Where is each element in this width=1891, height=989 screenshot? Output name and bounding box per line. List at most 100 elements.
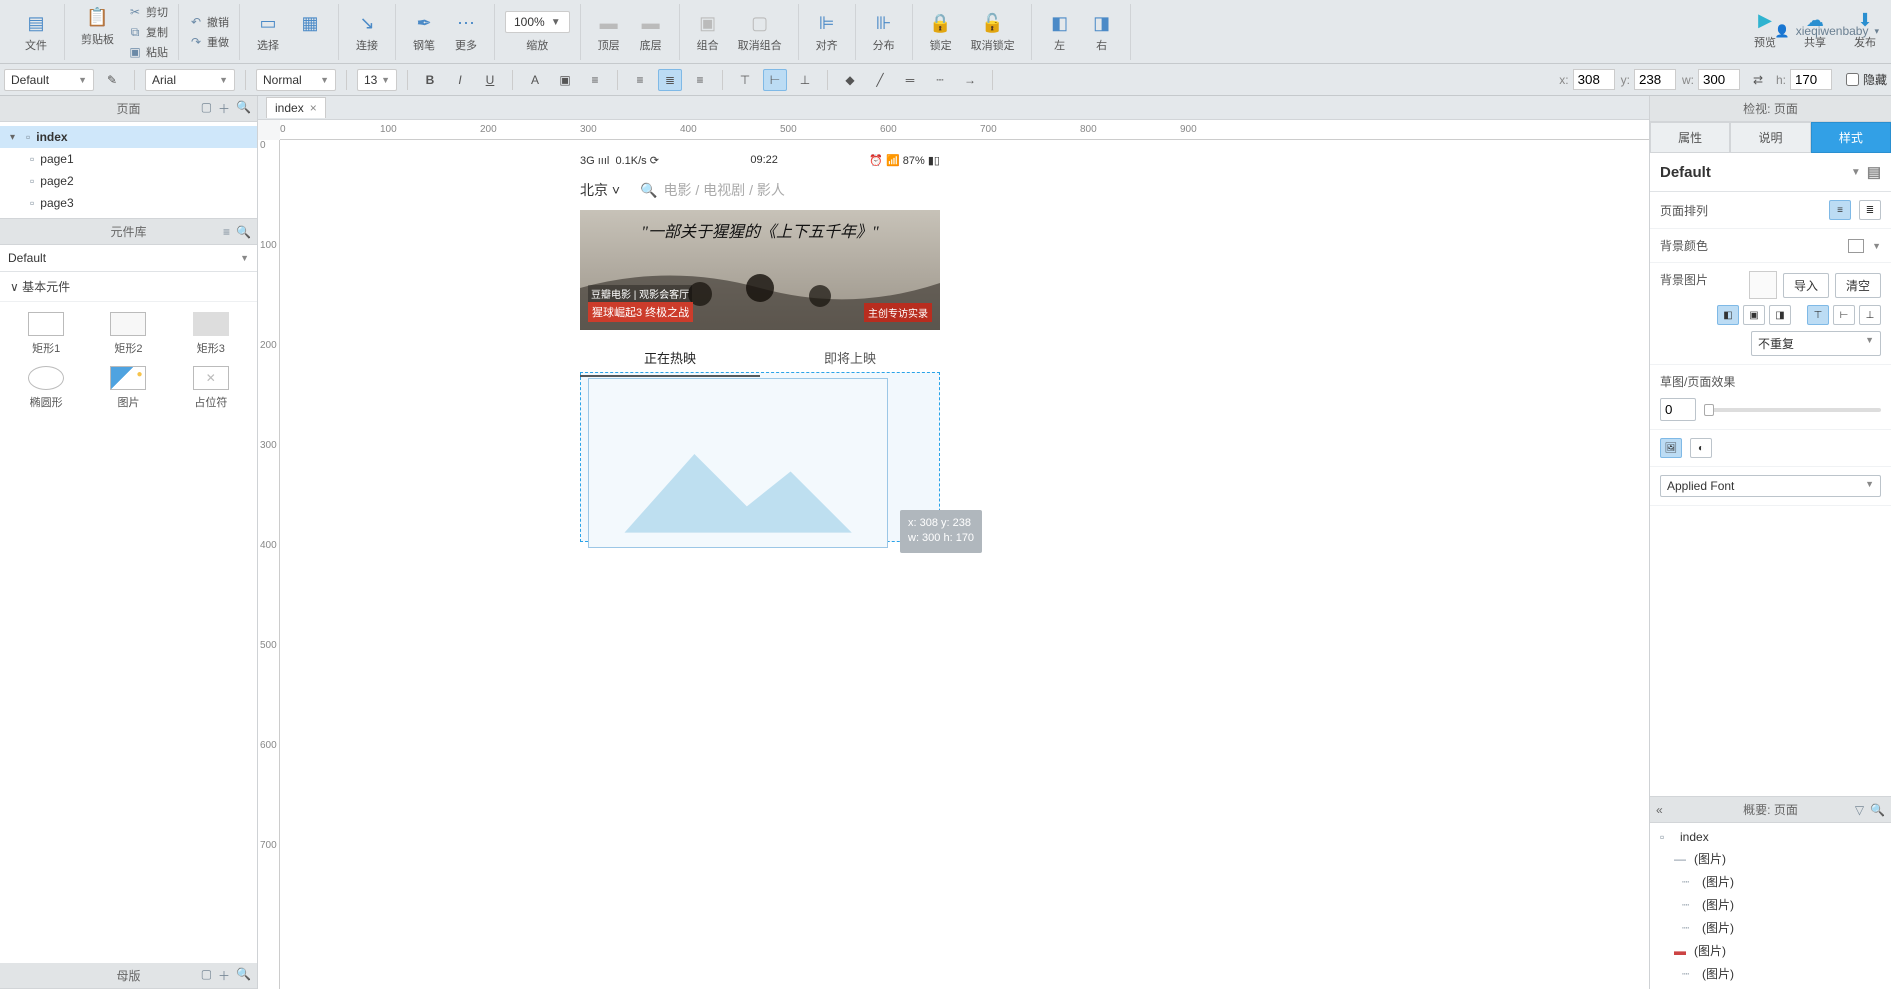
page-node[interactable]: ▫page3 bbox=[0, 192, 257, 214]
select-tool[interactable]: ▭选择 bbox=[250, 9, 286, 55]
add-folder-icon[interactable]: ▢ bbox=[201, 100, 212, 117]
widget-ellipse[interactable]: 椭圆形 bbox=[10, 366, 82, 410]
city-picker[interactable]: 北京 ˅ bbox=[580, 180, 620, 200]
dragged-image-widget[interactable] bbox=[588, 378, 888, 548]
collapse-icon[interactable]: « bbox=[1656, 803, 1663, 817]
doc-icon[interactable]: ▤ bbox=[1867, 163, 1881, 181]
page-node[interactable]: ▫page2 bbox=[0, 170, 257, 192]
valign-bottom[interactable]: ⊥ bbox=[1859, 305, 1881, 325]
sketch-gray-button[interactable]: ◐ bbox=[1690, 438, 1712, 458]
user-menu[interactable]: 👤xieqiwenbaby▾ bbox=[1775, 24, 1879, 38]
valign-middle-button[interactable]: ⊢ bbox=[763, 69, 787, 91]
bold-button[interactable]: B bbox=[418, 69, 442, 91]
pen-tool[interactable]: ✒钢笔 bbox=[406, 9, 442, 55]
close-icon[interactable]: × bbox=[310, 101, 317, 115]
halign-left[interactable]: ◧ bbox=[1717, 305, 1739, 325]
fill-button[interactable]: ◆ bbox=[838, 69, 862, 91]
select-alt-tool[interactable]: ▦ bbox=[292, 9, 328, 55]
lock-aspect-button[interactable]: ⇄ bbox=[1746, 69, 1770, 91]
bottom-button[interactable]: ▬底层 bbox=[633, 9, 669, 55]
halign-center[interactable]: ▣ bbox=[1743, 305, 1765, 325]
canvas[interactable]: 3G ıııl 0.1K/s ⟳ 09:22 ⏰ 📶 87% ▮▯ 北京 ˅ 🔍… bbox=[280, 140, 1649, 989]
connect-tool[interactable]: ↘连接 bbox=[349, 9, 385, 55]
italic-button[interactable]: I bbox=[448, 69, 472, 91]
bg-color-swatch[interactable] bbox=[1848, 239, 1864, 253]
page-node[interactable]: ▫page1 bbox=[0, 148, 257, 170]
valign-middle[interactable]: ⊢ bbox=[1833, 305, 1855, 325]
valign-top[interactable]: ⊤ bbox=[1807, 305, 1829, 325]
repeat-select[interactable]: 不重复▼ bbox=[1751, 331, 1881, 356]
tab-style[interactable]: 样式 bbox=[1811, 122, 1891, 153]
add-page-icon[interactable]: ＋ bbox=[218, 100, 230, 117]
y-input[interactable] bbox=[1634, 69, 1676, 90]
line-color-button[interactable]: ╱ bbox=[868, 69, 892, 91]
copy-button[interactable]: ⧉复制 bbox=[128, 23, 168, 41]
page-align-center[interactable]: ≣ bbox=[1859, 200, 1881, 220]
line-weight-button[interactable]: ═ bbox=[898, 69, 922, 91]
x-input[interactable] bbox=[1573, 69, 1615, 90]
cut-button[interactable]: ✂剪切 bbox=[128, 3, 168, 21]
menu-icon[interactable]: ≡ bbox=[223, 225, 230, 239]
text-color-button[interactable]: A bbox=[523, 69, 547, 91]
halign-right[interactable]: ◨ bbox=[1769, 305, 1791, 325]
search-field[interactable]: 🔍电影 / 电视剧 / 影人 bbox=[640, 180, 785, 200]
search-icon[interactable]: 🔍 bbox=[236, 225, 251, 239]
filter-icon[interactable]: ▽ bbox=[1855, 803, 1864, 817]
widget-rect1[interactable]: 矩形1 bbox=[10, 312, 82, 356]
style-name-select[interactable]: Default▼▤ bbox=[1650, 153, 1891, 192]
outline-item[interactable]: ▬(图片) bbox=[1650, 939, 1891, 962]
unlock-button[interactable]: 🔓取消锁定 bbox=[965, 9, 1021, 55]
size-select[interactable]: 13▼ bbox=[357, 69, 397, 91]
dock-right-button[interactable]: ◨右 bbox=[1084, 9, 1120, 55]
line-style-button[interactable]: ┄ bbox=[928, 69, 952, 91]
outline-item[interactable]: ┈(图片) bbox=[1650, 893, 1891, 916]
hide-checkbox[interactable]: 隐藏 bbox=[1846, 71, 1887, 88]
valign-top-button[interactable]: ⊤ bbox=[733, 69, 757, 91]
add-folder-icon[interactable]: ▢ bbox=[201, 967, 212, 984]
more-tool[interactable]: ⋯更多 bbox=[448, 9, 484, 55]
group-button[interactable]: ▣组合 bbox=[690, 9, 726, 55]
sketch-color-button[interactable]: 🖼 bbox=[1660, 438, 1682, 458]
font-select[interactable]: Arial▼ bbox=[145, 69, 235, 91]
sketch-input[interactable] bbox=[1660, 398, 1696, 421]
widget-placeholder[interactable]: ✕占位符 bbox=[175, 366, 247, 410]
clear-button[interactable]: 清空 bbox=[1835, 273, 1881, 298]
weight-select[interactable]: Normal▼ bbox=[256, 69, 336, 91]
bullet-button[interactable]: ≡ bbox=[583, 69, 607, 91]
page-align-left[interactable]: ≡ bbox=[1829, 200, 1851, 220]
search-icon[interactable]: 🔍 bbox=[1870, 803, 1885, 817]
sketch-slider[interactable] bbox=[1704, 408, 1881, 412]
add-icon[interactable]: ＋ bbox=[218, 967, 230, 984]
library-category[interactable]: ∨ 基本元件 bbox=[0, 272, 257, 302]
outline-item[interactable]: ┈(图片) bbox=[1650, 962, 1891, 985]
widget-rect3[interactable]: 矩形3 bbox=[175, 312, 247, 356]
underline-button[interactable]: U bbox=[478, 69, 502, 91]
redo-button[interactable]: ↷重做 bbox=[189, 33, 229, 51]
chevron-down-icon[interactable]: ▼ bbox=[1872, 241, 1881, 251]
tab-notes[interactable]: 说明 bbox=[1730, 122, 1810, 153]
search-icon[interactable]: 🔍 bbox=[236, 100, 251, 117]
import-button[interactable]: 导入 bbox=[1783, 273, 1829, 298]
lock-button[interactable]: 🔒锁定 bbox=[923, 9, 959, 55]
arrow-button[interactable]: → bbox=[958, 69, 982, 91]
applied-font-select[interactable]: Applied Font▼ bbox=[1660, 475, 1881, 497]
top-button[interactable]: ▬顶层 bbox=[591, 9, 627, 55]
page-node-index[interactable]: ▾▫index bbox=[0, 126, 257, 148]
align-right-button[interactable]: ≡ bbox=[688, 69, 712, 91]
outline-item[interactable]: ┈(图片) bbox=[1650, 916, 1891, 939]
style-select[interactable]: Default▼ bbox=[4, 69, 94, 91]
document-tab[interactable]: index× bbox=[266, 97, 326, 118]
clipboard-button[interactable]: 📋 剪贴板 bbox=[75, 3, 120, 61]
library-select[interactable]: Default▼ bbox=[0, 245, 257, 272]
distribute-button[interactable]: ⊪分布 bbox=[866, 9, 902, 55]
style-apply-button[interactable]: ✎ bbox=[100, 69, 124, 91]
search-icon[interactable]: 🔍 bbox=[236, 967, 251, 984]
outline-item[interactable]: —(图片) bbox=[1650, 847, 1891, 870]
align-center-button[interactable]: ≣ bbox=[658, 69, 682, 91]
widget-rect2[interactable]: 矩形2 bbox=[92, 312, 164, 356]
valign-bottom-button[interactable]: ⊥ bbox=[793, 69, 817, 91]
align-left-button[interactable]: ≡ bbox=[628, 69, 652, 91]
banner-image[interactable]: "一部关于猩猩的《上下五千年》" 豆瓣电影 | 观影会客厅 猩球崛起3 终极之战… bbox=[580, 210, 940, 330]
zoom-select[interactable]: 100% ▼ bbox=[505, 11, 570, 33]
widget-image[interactable]: ●图片 bbox=[92, 366, 164, 410]
